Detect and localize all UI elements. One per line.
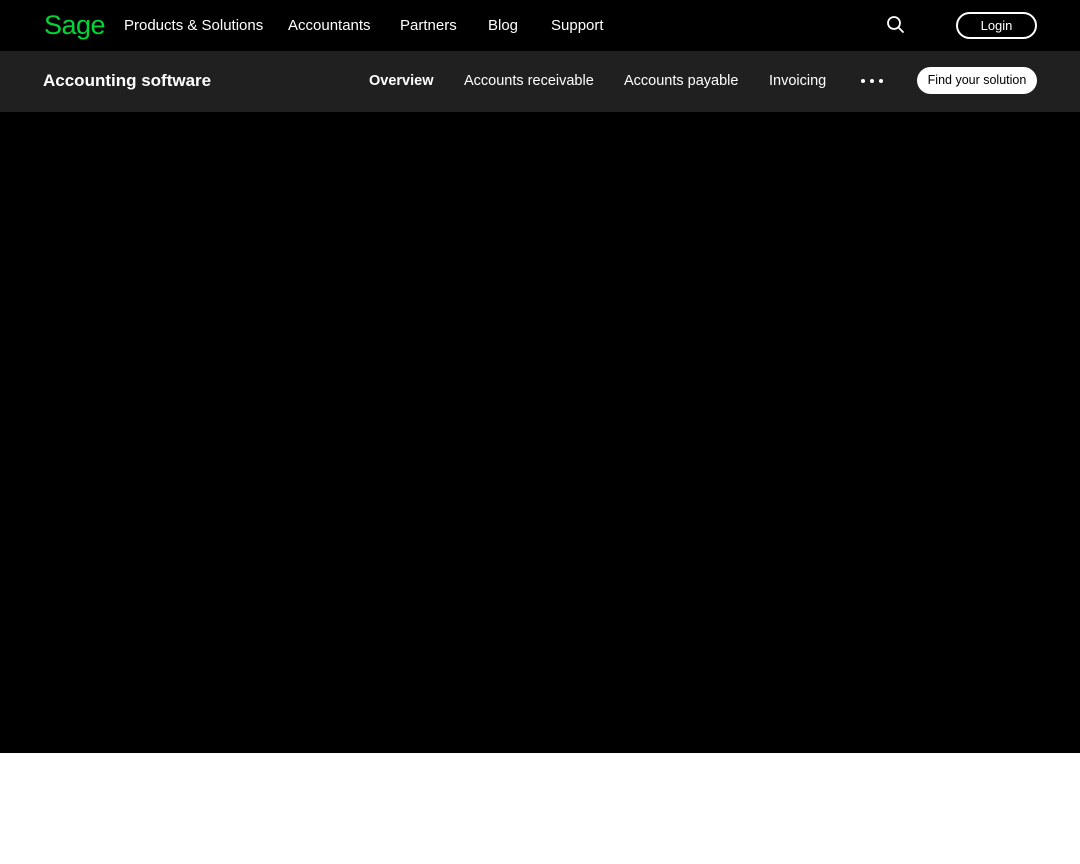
more-tabs-button[interactable] (858, 71, 886, 91)
tab-accounts-payable[interactable]: Accounts payable (624, 71, 738, 91)
search-icon (887, 16, 904, 33)
nav-link-accountants[interactable]: Accountants (288, 16, 371, 36)
section-title[interactable]: Accounting software (43, 70, 211, 92)
nav-link-products-solutions[interactable]: Products & Solutions (124, 16, 263, 36)
hero-section (0, 112, 1080, 753)
sage-logo[interactable]: Sage (44, 8, 106, 42)
nav-link-partners[interactable]: Partners (400, 16, 457, 36)
login-button[interactable]: Login (956, 12, 1037, 39)
tab-accounts-receivable[interactable]: Accounts receivable (464, 71, 594, 91)
top-navigation-bar: Sage Products & Solutions Accountants Pa… (0, 0, 1080, 51)
product-sub-navigation: Accounting software Overview Accounts re… (0, 51, 1080, 112)
find-your-solution-button[interactable]: Find your solution (917, 67, 1037, 94)
tab-invoicing[interactable]: Invoicing (769, 71, 826, 91)
content-area (0, 753, 1080, 864)
nav-link-support[interactable]: Support (551, 16, 604, 36)
tab-overview[interactable]: Overview (369, 71, 434, 91)
nav-link-blog[interactable]: Blog (488, 16, 518, 36)
search-button[interactable] (884, 13, 908, 37)
